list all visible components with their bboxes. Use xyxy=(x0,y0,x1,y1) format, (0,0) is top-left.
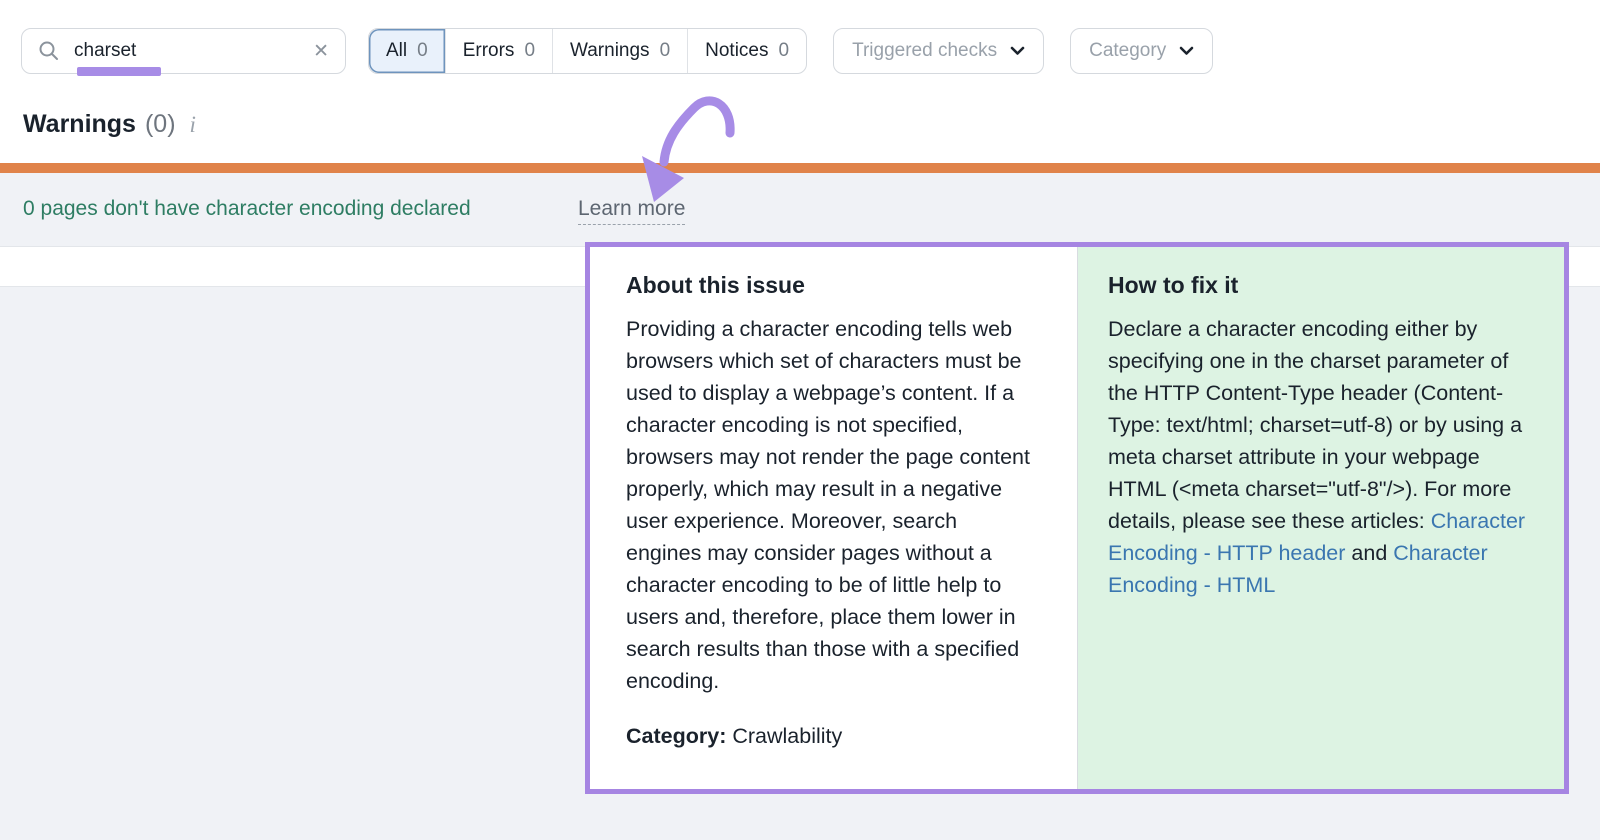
category-dropdown[interactable]: Category xyxy=(1070,28,1213,74)
category-label: Category: xyxy=(626,724,726,748)
learn-more-link[interactable]: Learn more xyxy=(578,197,685,225)
tab-notices-count: 0 xyxy=(779,40,790,62)
issue-row: 0 pages don't have character encoding de… xyxy=(0,173,1600,247)
info-icon[interactable]: i xyxy=(190,112,196,138)
about-text: Providing a character encoding tells web… xyxy=(626,313,1038,697)
severity-tabs: All 0 Errors 0 Warnings 0 Notices 0 xyxy=(368,28,807,74)
issue-title: 0 pages don't have character encoding de… xyxy=(23,197,471,221)
fix-text-body: Declare a character encoding either by s… xyxy=(1108,317,1522,533)
tab-warnings-count: 0 xyxy=(660,40,671,62)
how-to-fix-panel: How to fix it Declare a character encodi… xyxy=(1078,247,1564,789)
clear-search-icon[interactable]: ✕ xyxy=(311,40,331,63)
triggered-checks-dropdown[interactable]: Triggered checks xyxy=(833,28,1044,74)
warnings-accent-bar xyxy=(0,163,1600,173)
search-icon xyxy=(38,40,60,62)
chevron-down-icon xyxy=(1010,46,1025,56)
tab-notices[interactable]: Notices 0 xyxy=(687,29,806,73)
tab-errors-label: Errors xyxy=(463,40,515,62)
triggered-checks-label: Triggered checks xyxy=(852,40,997,62)
search-box[interactable]: ✕ xyxy=(21,28,346,74)
section-count: (0) xyxy=(145,110,176,139)
filter-toolbar: ✕ All 0 Errors 0 Warnings 0 Notices 0 Tr… xyxy=(21,28,1213,74)
fix-text: Declare a character encoding either by s… xyxy=(1108,313,1540,601)
about-title: About this issue xyxy=(626,272,1051,299)
tab-errors[interactable]: Errors 0 xyxy=(445,29,552,73)
section-title: Warnings xyxy=(23,110,136,139)
tab-all-label: All xyxy=(386,40,407,62)
chevron-down-icon xyxy=(1179,46,1194,56)
category-value: Crawlability xyxy=(726,724,842,748)
search-input[interactable] xyxy=(72,39,311,63)
issue-details-popup: About this issue Providing a character e… xyxy=(585,242,1569,794)
tab-all-count: 0 xyxy=(417,40,428,62)
tab-all[interactable]: All 0 xyxy=(369,29,445,73)
warnings-section-heading: Warnings (0) i xyxy=(23,110,196,139)
fix-title: How to fix it xyxy=(1108,272,1536,299)
tab-notices-label: Notices xyxy=(705,40,768,62)
category-dropdown-label: Category xyxy=(1089,40,1166,62)
search-term-highlight-annotation xyxy=(77,67,161,76)
tab-warnings-label: Warnings xyxy=(570,40,650,62)
tab-warnings[interactable]: Warnings 0 xyxy=(552,29,687,73)
tab-errors-count: 0 xyxy=(524,40,535,62)
issue-category: Category: Crawlability xyxy=(626,724,1051,749)
about-this-issue-panel: About this issue Providing a character e… xyxy=(590,247,1078,789)
fix-text-and: and xyxy=(1345,541,1393,565)
